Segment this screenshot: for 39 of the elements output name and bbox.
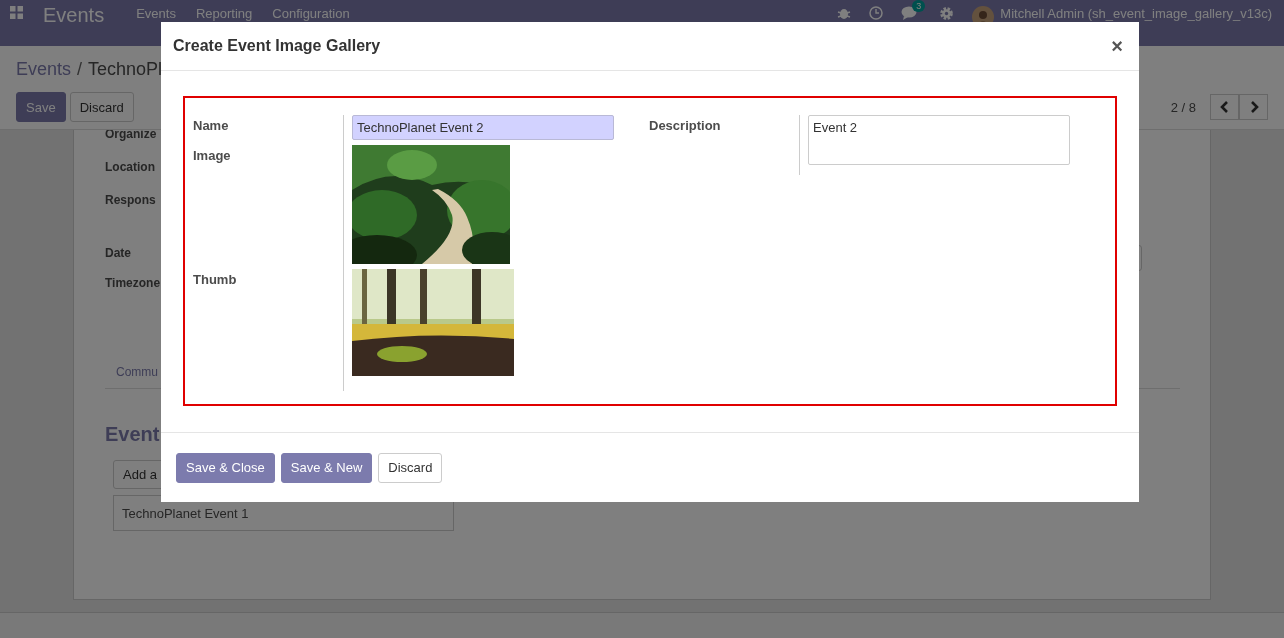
breadcrumb-current: TechnoPl xyxy=(88,58,163,80)
user-name[interactable]: Mitchell Admin (sh_event_image_gallery_v13c) xyxy=(1000,7,1272,21)
field-label: Image xyxy=(193,149,232,163)
dialog-title: Create Event Image Gallery xyxy=(173,37,382,55)
breadcrumb-separator: / xyxy=(77,58,83,80)
breadcrumb-link[interactable]: Events xyxy=(16,58,72,80)
name-input[interactable]: TechnoPlanet Event 2 xyxy=(352,115,614,140)
discard-button[interactable]: Discard xyxy=(378,452,443,483)
clock-icon[interactable] xyxy=(869,6,884,20)
app-title: Events xyxy=(43,4,105,26)
save-button[interactable]: Save xyxy=(16,92,66,122)
field-label: Description xyxy=(649,119,722,133)
apps-icon[interactable] xyxy=(10,6,23,19)
field-label: Timezone xyxy=(105,275,161,291)
chat-icon[interactable] xyxy=(901,6,918,20)
field-label: Organize xyxy=(105,130,157,142)
field-label: Respons xyxy=(105,192,156,208)
menu-item[interactable]: Reporting xyxy=(195,7,253,21)
menu-item[interactable]: Configuration xyxy=(272,7,350,21)
previous-button[interactable] xyxy=(1210,94,1239,120)
next-button[interactable] xyxy=(1239,94,1268,120)
save-button[interactable]: Save & Close xyxy=(176,452,275,483)
bug-icon[interactable] xyxy=(837,6,852,20)
field-label: Date xyxy=(105,245,131,261)
chevron-left-icon xyxy=(1219,101,1230,113)
field-label: Thumb xyxy=(193,273,238,287)
gear-icon[interactable] xyxy=(939,6,955,21)
description-input[interactable]: Event 2 xyxy=(808,115,1070,165)
close-button[interactable]: × xyxy=(1107,34,1127,58)
discard-button[interactable]: Discard xyxy=(69,92,134,122)
menu-item[interactable]: Events xyxy=(136,7,176,21)
message-count-badge: 3 xyxy=(912,0,926,12)
chevron-right-icon xyxy=(1248,101,1259,113)
notebook-tab[interactable]: Commu xyxy=(105,365,158,379)
pager-counter: 2 / 8 xyxy=(1170,99,1196,115)
field-label: Location xyxy=(105,159,155,175)
save-button[interactable]: Save & New xyxy=(280,452,373,483)
field-label: Name xyxy=(193,119,230,133)
section-title: Event xyxy=(105,423,161,446)
